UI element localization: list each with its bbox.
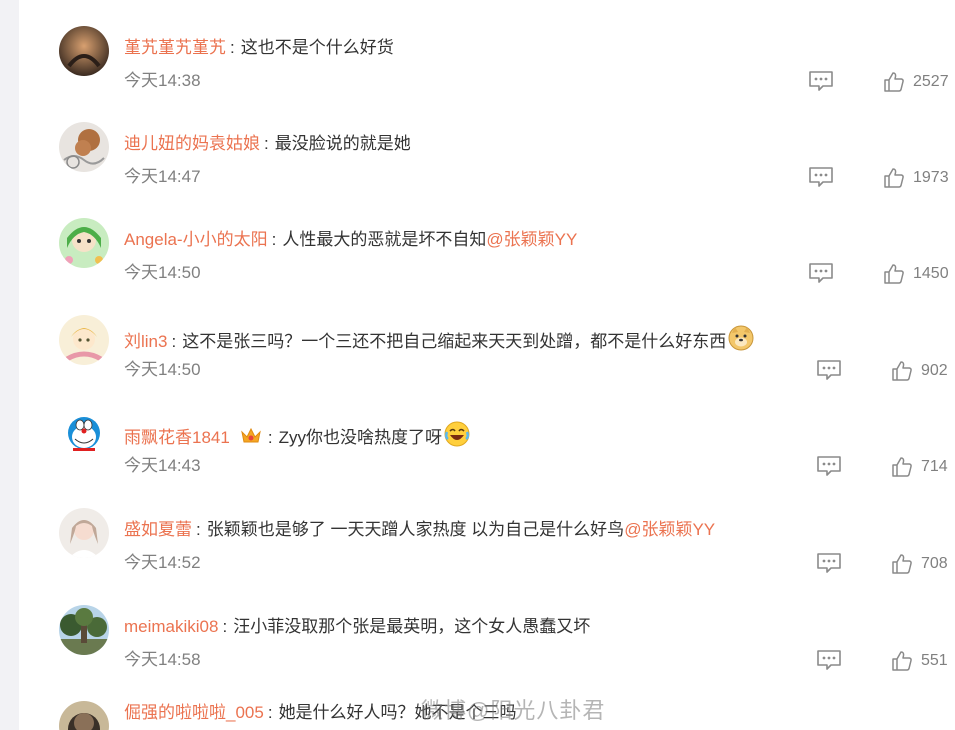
comment-text: Zyy你也没啥热度了呀 (278, 428, 442, 447)
comment-line: 迪儿妞的妈袁姑娘: 最没脸说的就是她 (124, 132, 411, 156)
like-count: 1450 (913, 265, 949, 282)
thumbs-up-icon (884, 168, 904, 188)
like-button[interactable]: 551 (891, 649, 948, 673)
username-link[interactable]: 堇艽堇艽堇艽 (124, 38, 226, 57)
thumbs-up-icon (884, 72, 904, 92)
like-button[interactable]: 708 (891, 552, 948, 576)
comment-list: 堇艽堇艽堇艽: 这也不是个什么好货 今天14:38 2527 迪儿妞的妈袁姑娘: 最… (19, 0, 955, 730)
username-link[interactable]: 倔强的啦啦啦_005 (124, 703, 264, 722)
comment-time: 今天14:38 (124, 71, 201, 90)
thumbs-up-icon (892, 554, 912, 574)
avatar[interactable] (59, 218, 109, 268)
reply-button[interactable] (816, 359, 842, 381)
comment-time: 今天14:52 (124, 553, 201, 572)
reply-button[interactable] (816, 552, 842, 574)
colon: : (171, 332, 177, 351)
reply-button[interactable] (808, 70, 834, 92)
like-count: 2527 (913, 73, 949, 90)
comment-item: Angela-小小的太阳: 人性最大的恶就是坏不自知@张颖颖YY 今天14:50 … (19, 218, 955, 315)
comment-icon (809, 71, 833, 91)
comment-text: 人性最大的恶就是坏不自知 (282, 230, 487, 249)
laughing-emoji (444, 421, 470, 454)
comment-item: 堇艽堇艽堇艽: 这也不是个什么好货 今天14:38 2527 (19, 26, 955, 123)
thumbs-up-icon (892, 457, 912, 477)
comment-time: 今天14:43 (124, 456, 201, 475)
doge-emoji (728, 325, 754, 358)
crown-badge-icon[interactable] (240, 426, 262, 453)
mention-link[interactable]: @张颖颖YY (624, 520, 715, 539)
comment-line: meimakiki08: 汪小菲没取那个张是最英明，这个女人愚蠢又坏 (124, 615, 590, 639)
comment-time: 今天14:47 (124, 167, 201, 186)
avatar[interactable] (59, 411, 109, 461)
like-button[interactable]: 902 (891, 359, 948, 383)
like-button[interactable]: 1973 (883, 166, 949, 190)
comment-line: 刘lin3: 这不是张三吗？一个三还不把自己缩起来天天到处蹭，都不是什么好东西 (124, 325, 754, 358)
like-button[interactable]: 2527 (883, 70, 949, 94)
colon: : (222, 617, 228, 636)
colon: : (267, 703, 273, 722)
avatar[interactable] (59, 26, 109, 76)
comment-line: 雨飘花香1841 : Zyy你也没啥热度了呀 (124, 421, 470, 454)
username-link[interactable]: 刘lin3 (124, 332, 167, 351)
comment-time: 今天14:50 (124, 360, 201, 379)
comment-icon (809, 167, 833, 187)
username-link[interactable]: Angela-小小的太阳 (124, 230, 268, 249)
comment-item: 迪儿妞的妈袁姑娘: 最没脸说的就是她 今天14:47 1973 (19, 122, 955, 219)
comment-item: 盛如夏蕾: 张颖颖也是够了 一天天蹭人家热度 以为自己是什么好鸟@张颖颖YY 今天… (19, 508, 955, 605)
comment-item: 刘lin3: 这不是张三吗？一个三还不把自己缩起来天天到处蹭，都不是什么好东西 今… (19, 315, 955, 412)
avatar[interactable] (59, 508, 109, 558)
comment-time: 今天14:50 (124, 263, 201, 282)
comment-text: 汪小菲没取那个张是最英明，这个女人愚蠢又坏 (233, 617, 591, 636)
avatar[interactable] (59, 701, 109, 730)
comment-line: 盛如夏蕾: 张颖颖也是够了 一天天蹭人家热度 以为自己是什么好鸟@张颖颖YY (124, 518, 715, 542)
like-count: 902 (921, 362, 948, 379)
username-link[interactable]: meimakiki08 (124, 617, 218, 636)
comment-item: meimakiki08: 汪小菲没取那个张是最英明，这个女人愚蠢又坏 今天14:5… (19, 605, 955, 702)
like-count: 714 (921, 458, 948, 475)
avatar[interactable] (59, 315, 109, 365)
like-button[interactable]: 714 (891, 455, 948, 479)
colon: : (196, 520, 201, 539)
comment-item: 雨飘花香1841 : Zyy你也没啥热度了呀 今天14:43 714 (19, 411, 955, 508)
watermark: 微博@阳光八卦君 (421, 698, 606, 723)
reply-button[interactable] (816, 649, 842, 671)
comment-icon (817, 456, 841, 476)
comment-icon (809, 263, 833, 283)
username-link[interactable]: 雨飘花香1841 (124, 428, 230, 447)
like-button[interactable]: 1450 (883, 262, 949, 286)
comment-icon (817, 553, 841, 573)
avatar[interactable] (59, 122, 109, 172)
thumbs-up-icon (892, 651, 912, 671)
comment-icon (817, 360, 841, 380)
like-count: 708 (921, 555, 948, 572)
thumbs-up-icon (884, 264, 904, 284)
mention-link[interactable]: @张颖颖YY (486, 230, 577, 249)
colon: : (267, 428, 273, 447)
colon: : (271, 230, 277, 249)
comment-text: 最没脸说的就是她 (274, 134, 411, 153)
like-count: 551 (921, 652, 948, 669)
thumbs-up-icon (892, 361, 912, 381)
colon: : (264, 134, 269, 153)
comment-icon (817, 650, 841, 670)
comment-time: 今天14:58 (124, 650, 201, 669)
avatar[interactable] (59, 605, 109, 655)
username-link[interactable]: 迪儿妞的妈袁姑娘 (124, 134, 260, 153)
username-link[interactable]: 盛如夏蕾 (124, 520, 192, 539)
comment-text: 张颖颖也是够了 一天天蹭人家热度 以为自己是什么好鸟 (206, 520, 625, 539)
comment-text: 这不是张三吗？一个三还不把自己缩起来天天到处蹭，都不是什么好东西 (182, 332, 727, 351)
reply-button[interactable] (816, 455, 842, 477)
reply-button[interactable] (808, 166, 834, 188)
comment-text: 这也不是个什么好货 (240, 38, 394, 57)
colon: : (230, 38, 235, 57)
comment-line: Angela-小小的太阳: 人性最大的恶就是坏不自知@张颖颖YY (124, 228, 577, 252)
comment-line: 堇艽堇艽堇艽: 这也不是个什么好货 (124, 36, 394, 60)
like-count: 1973 (913, 169, 949, 186)
reply-button[interactable] (808, 262, 834, 284)
